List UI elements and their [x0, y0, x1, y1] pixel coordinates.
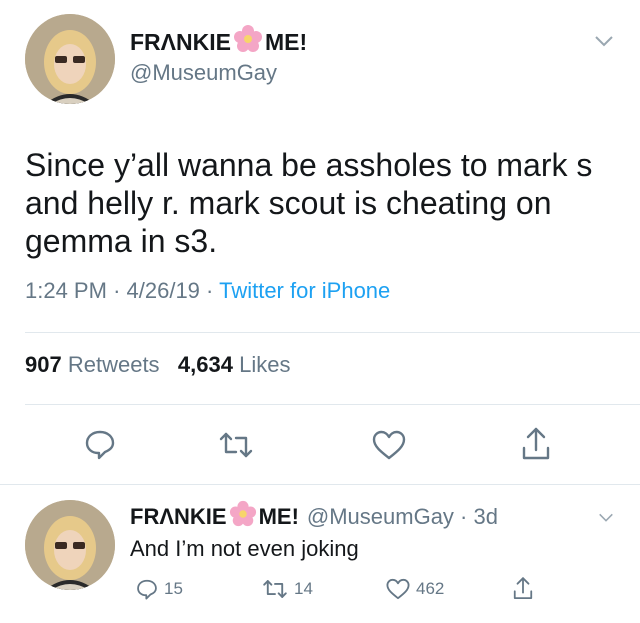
retweet-count[interactable]: 907	[25, 352, 62, 377]
reply-retweet-count: 14	[294, 579, 313, 598]
reply-share-action[interactable]	[512, 576, 534, 601]
like-icon[interactable]	[372, 430, 406, 460]
reply-author[interactable]: FRΛNKIE ME! @MuseumGay · 3d	[130, 500, 498, 534]
meta-separator: ·	[206, 278, 220, 303]
meta-separator: ·	[453, 504, 474, 529]
tweet-text: Since y’all wanna be assholes to mark s …	[25, 147, 593, 259]
display-name-part1: FRΛNKIE	[130, 28, 231, 55]
like-count[interactable]: 4,634	[178, 352, 233, 377]
like-icon	[386, 578, 410, 600]
reply-chevron-down-icon[interactable]	[598, 510, 614, 528]
retweet-icon	[263, 580, 287, 598]
flower-emoji-icon	[233, 24, 263, 60]
retweet-icon[interactable]	[218, 430, 254, 460]
chevron-down-icon[interactable]	[594, 34, 614, 53]
reply-handle[interactable]: @MuseumGay	[307, 504, 454, 530]
reply-reply-action[interactable]: 15	[136, 578, 183, 600]
reply-text: And I’m not even joking	[130, 536, 359, 561]
reply-avatar[interactable]	[25, 500, 115, 590]
divider	[0, 484, 640, 485]
tweet-date: 4/26/19	[126, 278, 200, 303]
divider	[25, 332, 640, 333]
reply-display-name-part1: FRΛNKIE	[130, 504, 227, 529]
divider	[25, 404, 640, 405]
reply-display-name-part2: ME!	[258, 504, 299, 529]
reply-like-count: 462	[416, 579, 445, 598]
reply-icon	[137, 579, 157, 600]
reply-like-action[interactable]: 462	[386, 578, 444, 600]
meta-separator: ·	[113, 278, 127, 303]
display-name-part2: ME!	[264, 28, 308, 55]
retweets-label[interactable]: Retweets	[68, 352, 160, 377]
tweet-time: 1:24 PM	[25, 278, 107, 303]
share-icon[interactable]	[520, 426, 552, 462]
reply-count: 15	[164, 579, 183, 598]
author-handle[interactable]: @MuseumGay	[130, 60, 277, 86]
share-icon	[513, 577, 533, 600]
avatar[interactable]	[25, 14, 115, 104]
tweet-source[interactable]: Twitter for iPhone	[219, 278, 390, 303]
tweet-author[interactable]: FRΛNKIE ME!	[130, 24, 307, 60]
engagement-counts: 907 Retweets 4,634 Likes	[25, 352, 290, 378]
flower-emoji-icon	[229, 500, 257, 534]
reply-icon[interactable]	[84, 428, 116, 460]
likes-label[interactable]: Likes	[239, 352, 290, 377]
reply-age: 3d	[473, 504, 498, 529]
tweet-meta: 1:24 PM · 4/26/19 · Twitter for iPhone	[25, 278, 390, 304]
reply-retweet-action[interactable]: 14	[262, 578, 313, 600]
